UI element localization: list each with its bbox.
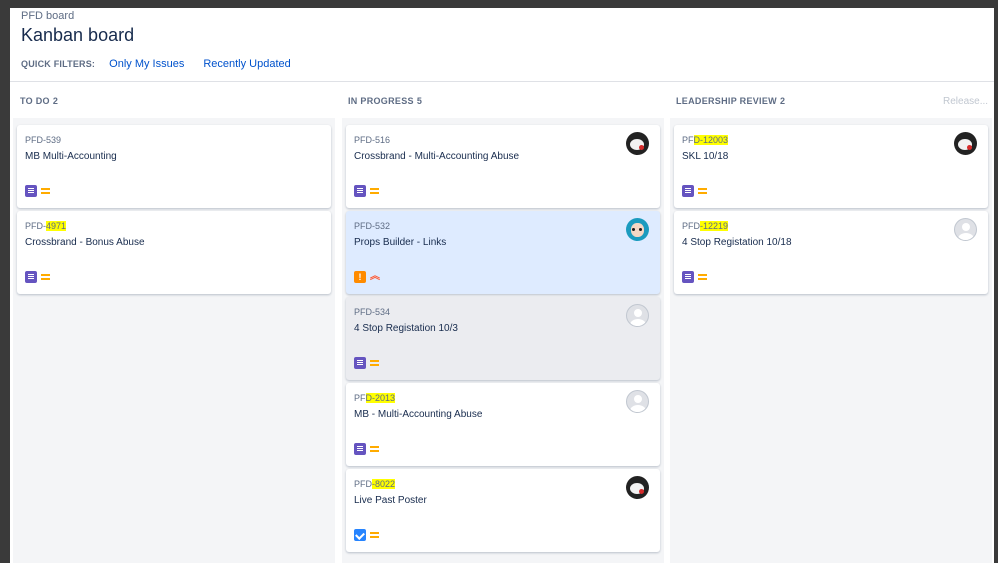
column-header-todo: TO DO 2 xyxy=(20,96,58,106)
issue-summary: MB - Multi-Accounting Abuse xyxy=(354,409,483,420)
issue-key[interactable]: PFD-2013 xyxy=(354,393,396,403)
story-icon xyxy=(354,357,366,369)
high-priority-icon: ︽ xyxy=(370,271,380,282)
task-icon xyxy=(354,529,366,541)
column-title: IN PROGRESS xyxy=(348,96,414,106)
story-icon xyxy=(25,271,37,283)
medium-priority-icon xyxy=(370,532,379,538)
issue-summary: Crossbrand - Multi-Accounting Abuse xyxy=(354,151,520,162)
board-frame: PFD board Kanban board QUICK FILTERS: On… xyxy=(10,8,994,563)
column-title: LEADERSHIP REVIEW xyxy=(676,96,777,106)
column-count: 2 xyxy=(779,96,786,106)
medium-priority-icon xyxy=(41,188,50,194)
issue-summary: MB Multi-Accounting xyxy=(25,151,117,162)
assignee-avatar[interactable] xyxy=(626,476,649,499)
story-icon xyxy=(682,185,694,197)
medium-priority-icon xyxy=(370,360,379,366)
issue-summary: Crossbrand - Bonus Abuse xyxy=(25,237,145,248)
issue-card[interactable]: PFD-8022 Live Past Poster xyxy=(346,469,660,552)
story-icon xyxy=(354,443,366,455)
medium-priority-icon xyxy=(370,446,379,452)
column-todo: PFD-539 MB Multi-Accounting PFD-4971 Cro… xyxy=(13,118,335,563)
issue-card[interactable]: PFD-539 MB Multi-Accounting xyxy=(17,125,331,208)
unassigned-avatar[interactable] xyxy=(626,304,649,327)
column-in-progress: PFD-516 Crossbrand - Multi-Accounting Ab… xyxy=(342,118,664,563)
issue-card[interactable]: PFD-2013 MB - Multi-Accounting Abuse xyxy=(346,383,660,466)
issue-key[interactable]: PFD-534 xyxy=(354,307,390,317)
assignee-avatar[interactable] xyxy=(954,132,977,155)
assignee-avatar[interactable] xyxy=(626,132,649,155)
issue-summary: Props Builder - Links xyxy=(354,237,447,248)
issue-card[interactable]: PFD-4971 Crossbrand - Bonus Abuse xyxy=(17,211,331,294)
column-leadership-review: PFD-12003 SKL 10/18 PFD-12219 4 Stop Reg… xyxy=(670,118,992,563)
issue-summary: 4 Stop Registation 10/3 xyxy=(354,323,458,334)
issue-key[interactable]: PFD-532 xyxy=(354,221,390,231)
issue-card[interactable]: PFD-534 4 Stop Registation 10/3 xyxy=(346,297,660,380)
medium-priority-icon xyxy=(698,188,707,194)
filter-only-my-issues[interactable]: Only My Issues xyxy=(109,58,184,70)
quick-filters-label: QUICK FILTERS: xyxy=(21,59,96,69)
column-header-in-progress: IN PROGRESS 5 xyxy=(348,96,422,106)
issue-key[interactable]: PFD-8022 xyxy=(354,479,396,489)
column-header-leadership-review: LEADERSHIP REVIEW 2 xyxy=(676,96,785,106)
issue-card[interactable]: PFD-12219 4 Stop Registation 10/18 xyxy=(674,211,988,294)
bug-icon: ! xyxy=(354,271,366,283)
medium-priority-icon xyxy=(41,274,50,280)
story-icon xyxy=(25,185,37,197)
assignee-avatar[interactable] xyxy=(626,218,649,241)
page-title: Kanban board xyxy=(21,25,135,45)
issue-card[interactable]: PFD-516 Crossbrand - Multi-Accounting Ab… xyxy=(346,125,660,208)
issue-key[interactable]: PFD-516 xyxy=(354,135,390,145)
issue-key[interactable]: PFD-4971 xyxy=(25,221,67,231)
unassigned-avatar[interactable] xyxy=(626,390,649,413)
column-count: 5 xyxy=(416,96,423,106)
medium-priority-icon xyxy=(698,274,707,280)
release-link[interactable]: Release... xyxy=(943,96,988,107)
column-title: TO DO xyxy=(20,96,50,106)
issue-card[interactable]: PFD-12003 SKL 10/18 xyxy=(674,125,988,208)
quick-filters: QUICK FILTERS: Only My Issues Recently U… xyxy=(21,56,310,72)
issue-summary: 4 Stop Registation 10/18 xyxy=(682,237,792,248)
issue-key[interactable]: PFD-12003 xyxy=(682,135,729,145)
column-count: 2 xyxy=(52,96,59,106)
breadcrumb[interactable]: PFD board xyxy=(21,10,74,22)
unassigned-avatar[interactable] xyxy=(954,218,977,241)
issue-card-selected[interactable]: PFD-532 Props Builder - Links ! ︽ xyxy=(346,211,660,294)
header-divider xyxy=(10,81,994,82)
issue-summary: Live Past Poster xyxy=(354,495,427,506)
story-icon xyxy=(682,271,694,283)
issue-key[interactable]: PFD-12219 xyxy=(682,221,729,231)
medium-priority-icon xyxy=(370,188,379,194)
issue-summary: SKL 10/18 xyxy=(682,151,729,162)
issue-key[interactable]: PFD-539 xyxy=(25,135,61,145)
filter-recently-updated[interactable]: Recently Updated xyxy=(203,58,290,70)
story-icon xyxy=(354,185,366,197)
